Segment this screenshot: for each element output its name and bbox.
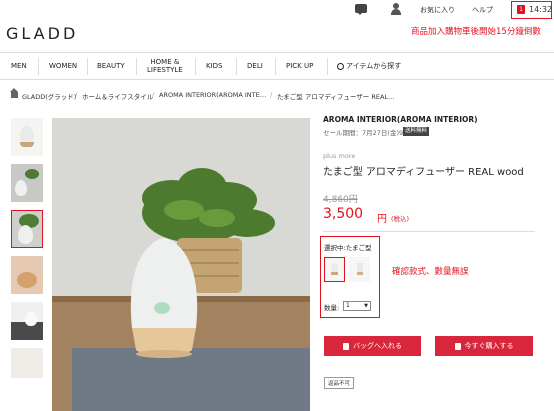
nav-item-home-lifestyle[interactable]: HOME & LIFESTYLE bbox=[147, 58, 183, 74]
quantity-label: 数量: bbox=[324, 304, 340, 312]
thumbnail-2[interactable] bbox=[11, 164, 43, 202]
sub-brand: plus more bbox=[323, 152, 356, 160]
variant-selector: 選択中:たまご型 数量: 1 ▼ bbox=[320, 236, 380, 318]
bag-icon bbox=[454, 342, 461, 350]
no-returns-badge: 返品不可 bbox=[324, 377, 355, 389]
breadcrumb-item[interactable]: AROMA INTERIOR(AROMA INTE… bbox=[159, 91, 266, 99]
brand-title[interactable]: AROMA INTERIOR(AROMA INTERIOR) bbox=[323, 115, 478, 124]
thumbnail-3-selected[interactable] bbox=[11, 210, 43, 248]
dropdown-arrow-icon: ▼ bbox=[364, 303, 368, 309]
add-to-bag-button[interactable]: バッグへ入れる bbox=[324, 336, 421, 356]
cart-timer[interactable]: 1 14:32 bbox=[511, 1, 552, 19]
buy-now-button[interactable]: 今すぐ購入する bbox=[435, 336, 533, 356]
breadcrumb-item[interactable]: GLADD(グラッド) bbox=[22, 91, 76, 101]
product-photo bbox=[52, 118, 310, 411]
nav-item-pickup[interactable]: PICK UP bbox=[286, 62, 313, 70]
sale-price: 3,500 bbox=[323, 206, 364, 222]
favorites-link[interactable]: お気に入り bbox=[420, 5, 455, 15]
nav-item-beauty[interactable]: BEAUTY bbox=[97, 62, 125, 70]
price-unit: 円 bbox=[377, 214, 387, 225]
thumbnail-5[interactable] bbox=[11, 302, 43, 340]
nav-item-search[interactable]: アイテムから探す bbox=[337, 62, 401, 70]
nav-item-kids[interactable]: KIDS bbox=[206, 62, 223, 70]
quantity-select[interactable]: 1 ▼ bbox=[343, 301, 371, 311]
breadcrumb: GLADD(グラッド) / ホーム＆ライフスタイル / AROMA INTERI… bbox=[0, 88, 554, 106]
breadcrumb-item-current: たまご型 アロマディフューザー REAL… bbox=[277, 93, 395, 101]
utility-bar: お気に入り ヘルプ 1 14:32 bbox=[0, 0, 554, 22]
main-product-image bbox=[52, 118, 310, 411]
product-name: たまご型 アロマディフューザー REAL wood bbox=[323, 167, 524, 178]
tax-label: (税込) bbox=[391, 215, 410, 223]
chat-icon[interactable] bbox=[355, 4, 367, 15]
variant-swatch-egg[interactable] bbox=[324, 257, 345, 282]
thumbnail-1[interactable] bbox=[11, 118, 43, 156]
nav-item-women[interactable]: WOMEN bbox=[49, 62, 77, 70]
selection-annotation: 確認款式、數量無誤 bbox=[392, 267, 469, 277]
free-shipping-badge: 送料無料 bbox=[403, 127, 430, 136]
bag-icon bbox=[343, 342, 349, 350]
breadcrumb-item[interactable]: ホーム＆ライフスタイル bbox=[82, 91, 153, 101]
search-icon bbox=[337, 62, 344, 70]
nav-item-men[interactable]: MEN bbox=[11, 62, 27, 70]
variant-swatch-other[interactable] bbox=[349, 257, 370, 282]
home-icon[interactable] bbox=[10, 88, 18, 98]
help-link[interactable]: ヘルプ bbox=[472, 5, 493, 15]
selected-variant-label: 選択中:たまご型 bbox=[324, 244, 372, 252]
site-logo[interactable]: GLADD bbox=[6, 24, 78, 43]
divider bbox=[323, 231, 535, 232]
timer-annotation: 商品加入購物車後開始15分鐘倒數 bbox=[411, 27, 541, 37]
timer-text: 14:32 bbox=[529, 5, 553, 14]
thumbnail-6[interactable] bbox=[11, 348, 43, 378]
thumbnail-4[interactable] bbox=[11, 256, 43, 294]
shopping-bag-icon: 1 bbox=[517, 5, 525, 14]
main-nav: MEN WOMEN BEAUTY HOME & LIFESTYLE KIDS D… bbox=[0, 52, 554, 80]
original-price: 4,860円 bbox=[323, 195, 358, 205]
nav-item-deli[interactable]: DELI bbox=[247, 62, 263, 70]
user-icon[interactable] bbox=[391, 3, 401, 15]
